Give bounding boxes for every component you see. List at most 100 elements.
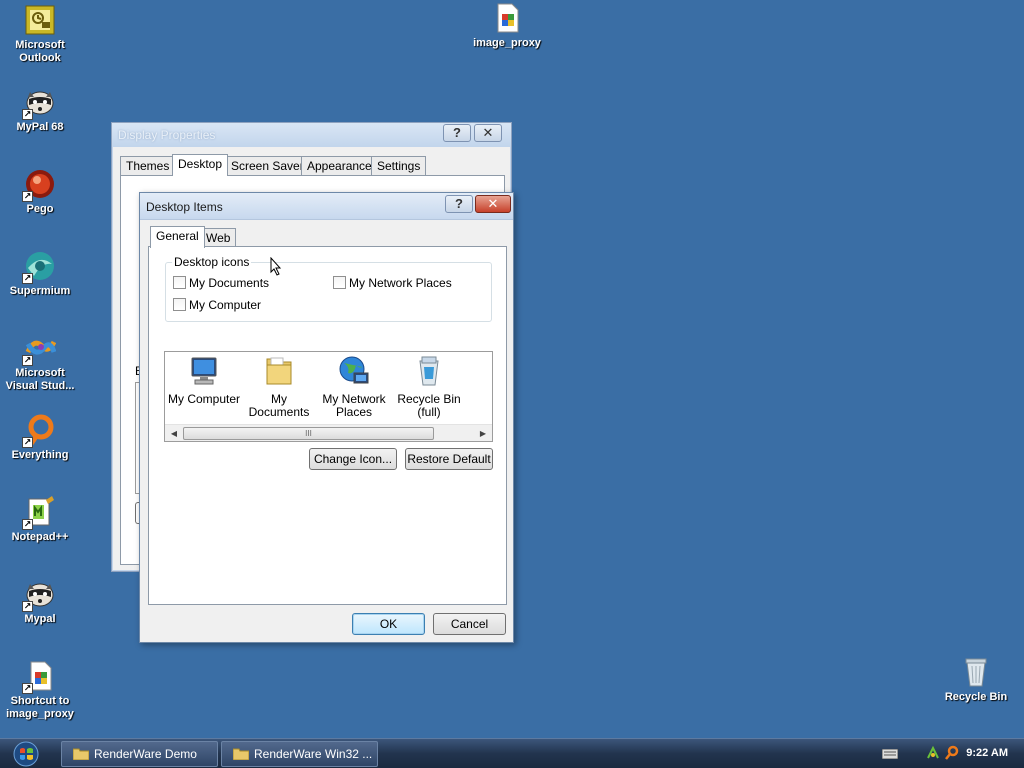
network-tray-icon[interactable]: [926, 746, 940, 760]
folder-icon: [233, 748, 249, 760]
desktop-icon-label: Supermium: [9, 285, 71, 297]
image-file-icon: ↗: [22, 660, 56, 694]
list-item-label-line2: (full): [417, 405, 441, 419]
recycle-bin-icon: [488, 355, 492, 387]
mouse-cursor-icon: [270, 257, 282, 276]
list-item-my-computer[interactable]: My Computer: [165, 355, 243, 406]
desktop-icon-label: image_proxy: [473, 37, 541, 49]
raccoon-icon: ↗: [22, 578, 56, 612]
desktop-icon-label: Everything: [11, 449, 69, 461]
scroll-right-arrow[interactable]: ▶: [476, 427, 490, 440]
desktop-icon-pego[interactable]: ↗ Pego: [0, 168, 80, 216]
cancel-button[interactable]: Cancel: [433, 613, 506, 635]
supermium-icon: ↗: [22, 250, 56, 284]
tab-themes[interactable]: Themes: [120, 156, 176, 176]
desktop-icon-mypal68[interactable]: ↗ MyPal 68: [0, 86, 80, 134]
ok-button[interactable]: OK: [352, 613, 425, 635]
desktop-icon-label: Recycle Bin: [944, 691, 1008, 703]
desktop-icon-label: Microsoft Visual Stud...: [5, 367, 75, 392]
scroll-left-arrow[interactable]: ◀: [167, 427, 181, 440]
desktop-icon-label: Mypal: [24, 613, 56, 625]
checkbox-box[interactable]: [173, 276, 186, 289]
general-panel: Desktop icons My Documents My Network Pl…: [148, 246, 507, 605]
desktop-icon-notepadpp[interactable]: ↗ Notepad++: [0, 496, 80, 544]
desktop-icon-recycle-bin[interactable]: Recycle Bin: [936, 656, 1016, 704]
desktop-icon-label: Pego: [26, 203, 54, 215]
recycle-bin-full-icon: [413, 355, 445, 387]
desktop-icon-list[interactable]: My Computer My Documents My Network Plac…: [164, 351, 493, 442]
tab-general[interactable]: General: [150, 226, 205, 248]
desktop-icon-visual-studio[interactable]: ↗ Microsoft Visual Stud...: [0, 332, 80, 393]
desktop-icon-label: Shortcut to image_proxy: [6, 695, 74, 720]
checkbox-label: My Network Places: [349, 276, 452, 290]
change-icon-button[interactable]: Change Icon...: [309, 448, 397, 470]
list-item-my-network-places[interactable]: My Network Places: [315, 355, 393, 419]
close-button[interactable]: ✕: [474, 124, 502, 142]
titlebar: Display Properties ? ✕: [112, 123, 511, 147]
desktop-items-dialog: Desktop Items ? ✕ General Web Desktop ic…: [139, 192, 514, 643]
checkbox-label: My Documents: [189, 276, 270, 290]
desktop-icon-label: Microsoft Outlook: [15, 39, 65, 64]
taskbar-item-renderware-demo[interactable]: RenderWare Demo: [61, 741, 218, 767]
tab-desktop[interactable]: Desktop: [172, 154, 229, 176]
start-button[interactable]: [8, 740, 44, 768]
desktop-icons-group: Desktop icons My Documents My Network Pl…: [165, 255, 492, 322]
checkbox-my-computer[interactable]: My Computer: [173, 298, 261, 312]
tab-appearance[interactable]: Appearance: [301, 156, 378, 176]
help-button[interactable]: ?: [445, 195, 473, 213]
checkbox-label: My Computer: [189, 298, 262, 312]
computer-icon: [188, 355, 220, 387]
titlebar: Desktop Items ? ✕: [140, 193, 513, 220]
checkbox-my-documents[interactable]: My Documents: [173, 276, 269, 290]
list-item-label: Recycle Bin: [397, 392, 461, 406]
tab-web[interactable]: Web: [200, 228, 237, 248]
taskbar-item-label: RenderWare Demo: [94, 747, 197, 761]
everything-icon: ↗: [22, 414, 56, 448]
list-item-label: My Network: [322, 392, 386, 406]
desktop-icon-label: Notepad++: [11, 531, 69, 543]
visual-studio-icon: ↗: [22, 332, 57, 366]
network-globe-icon: [338, 355, 370, 387]
list-item-label: My Computer: [167, 392, 241, 406]
taskbar-item-renderware-win32[interactable]: RenderWare Win32 ...: [221, 741, 378, 767]
tab-settings[interactable]: Settings: [371, 156, 427, 176]
tab-screen-saver[interactable]: Screen Saver: [225, 156, 310, 176]
keyboard-icon[interactable]: [882, 749, 898, 759]
list-item-label: My Documents: [248, 392, 310, 419]
desktop-icon-image-proxy[interactable]: image_proxy: [467, 2, 547, 50]
folder-icon: [73, 748, 89, 760]
checkbox-box[interactable]: [333, 276, 346, 289]
desktop-icon-mypal[interactable]: ↗ Mypal: [0, 578, 80, 626]
desktop-icon-outlook[interactable]: Microsoft Outlook: [0, 4, 80, 65]
scroll-thumb[interactable]: III: [183, 427, 434, 440]
image-file-icon: [491, 2, 523, 34]
dialog-title: Desktop Items: [146, 200, 223, 214]
clock[interactable]: 9:22 AM: [966, 747, 1008, 759]
pego-icon: ↗: [22, 168, 56, 202]
desktop-icon-label: MyPal 68: [16, 121, 64, 133]
desktop-icon-shortcut-image-proxy[interactable]: ↗ Shortcut to image_proxy: [0, 660, 80, 721]
raccoon-icon: ↗: [22, 86, 56, 120]
checkbox-my-network-places[interactable]: My Network Places: [333, 276, 452, 290]
list-item-recycle-bin-empty[interactable]: Re (: [465, 355, 492, 419]
windows-logo-icon: [13, 741, 39, 767]
help-button[interactable]: ?: [443, 124, 471, 142]
group-title: Desktop icons: [172, 255, 252, 269]
taskbar-item-label: RenderWare Win32 ...: [254, 747, 373, 761]
notepadpp-icon: ↗: [22, 496, 56, 530]
list-item-recycle-bin-full[interactable]: Recycle Bin (full): [390, 355, 468, 419]
close-button[interactable]: ✕: [475, 195, 511, 213]
desktop-icon-supermium[interactable]: ↗ Supermium: [0, 250, 80, 298]
system-tray: 9:22 AM: [864, 739, 1024, 768]
search-tray-icon[interactable]: [944, 745, 960, 761]
taskbar: RenderWare Demo RenderWare Win32 ... 9:2…: [0, 738, 1024, 768]
desktop-icon-everything[interactable]: ↗ Everything: [0, 414, 80, 462]
list-item-my-documents[interactable]: My Documents: [240, 355, 318, 419]
restore-default-button[interactable]: Restore Default: [405, 448, 493, 470]
outlook-icon: [24, 4, 56, 36]
horizontal-scrollbar[interactable]: ◀ III ▶: [165, 424, 492, 441]
list-item-label-line2: Places: [335, 405, 373, 419]
folder-icon: [263, 355, 295, 387]
checkbox-box[interactable]: [173, 298, 186, 311]
recycle-bin-icon: [960, 656, 992, 688]
